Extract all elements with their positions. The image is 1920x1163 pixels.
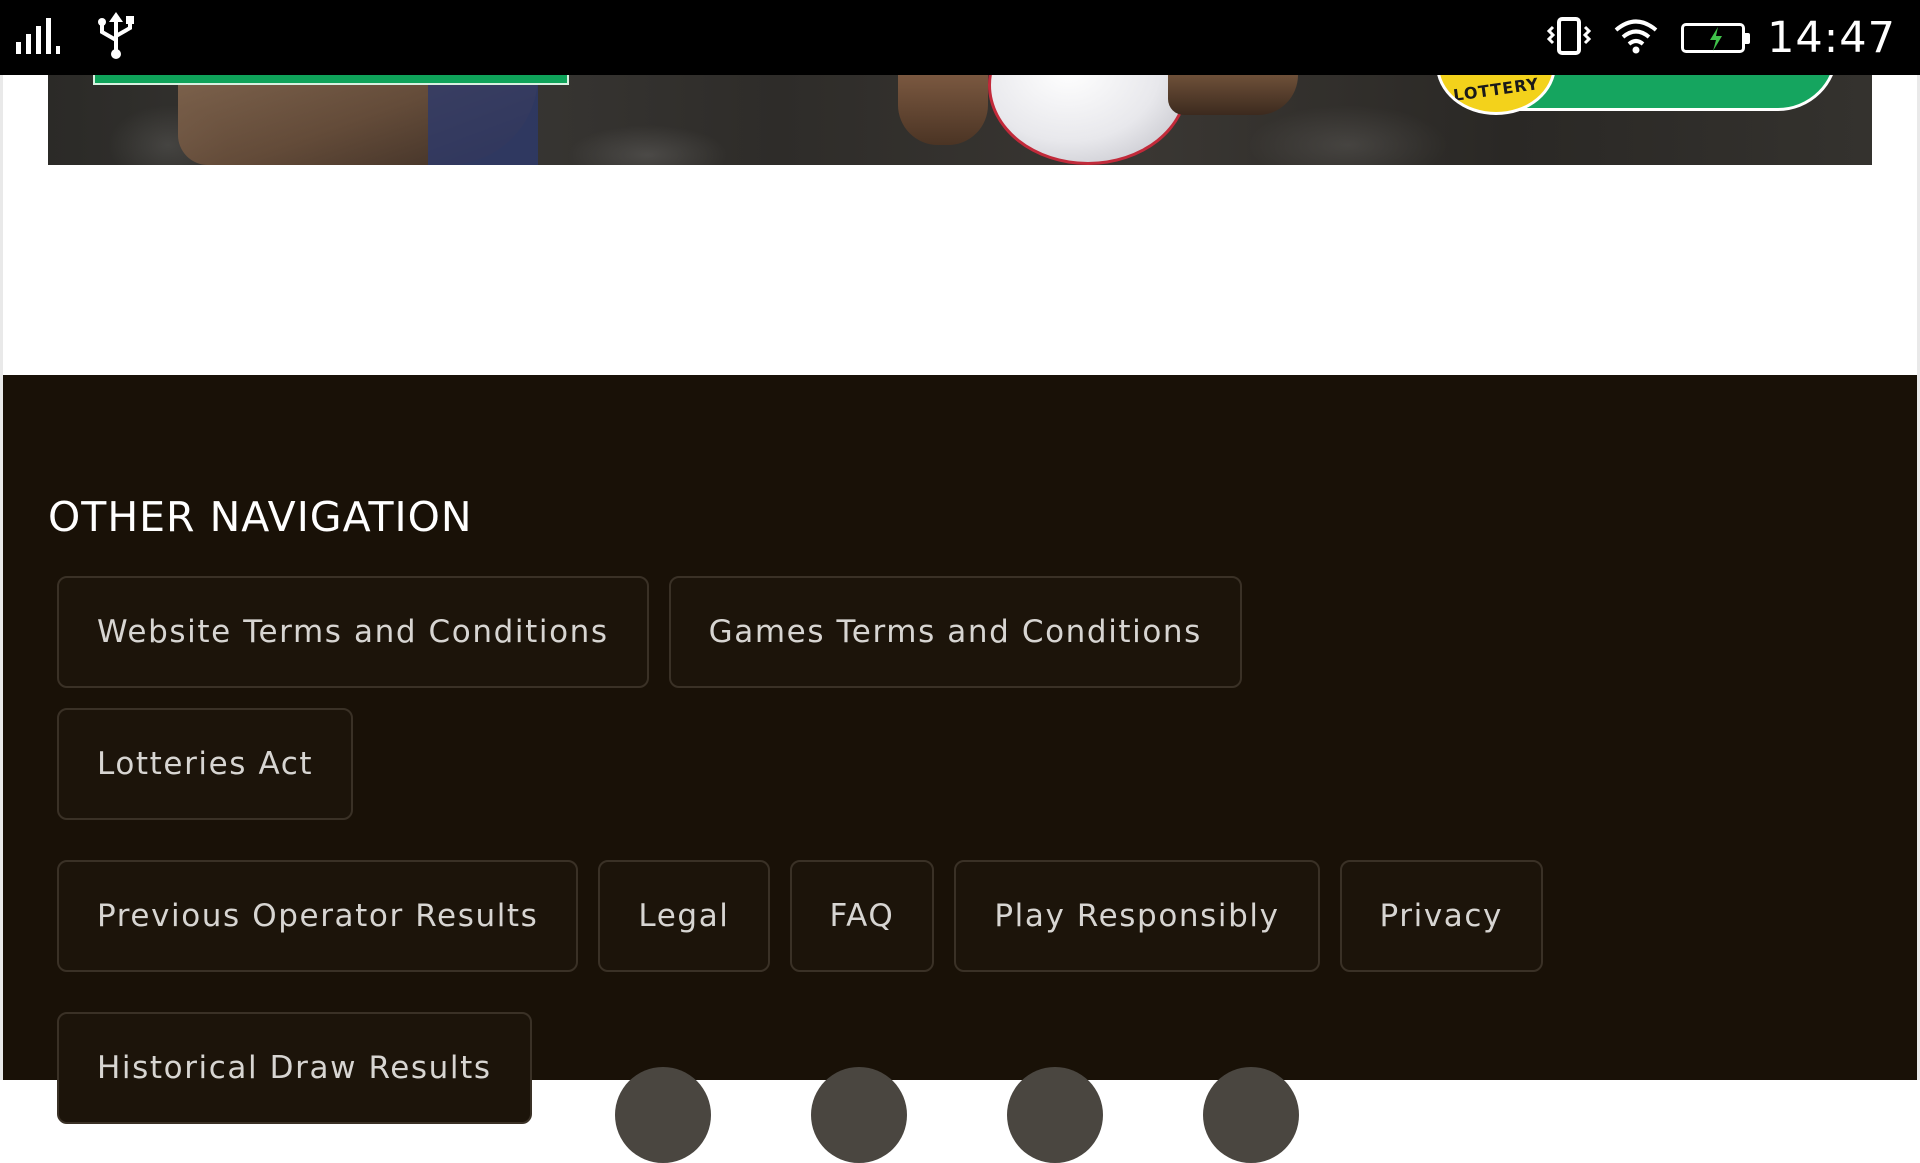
social-icon-1[interactable]: [615, 1067, 711, 1163]
nav-link-faq[interactable]: FAQ: [789, 860, 935, 972]
social-icons-row: [615, 1067, 1299, 1163]
status-time: 14:47: [1767, 13, 1896, 63]
lottery-logo-text: LOTTERY: [1452, 75, 1541, 105]
footer-heading: OTHER NAVIGATION: [48, 493, 473, 541]
nav-link-play-responsibly[interactable]: Play Responsibly: [954, 860, 1320, 972]
nav-link-previous-operator-results[interactable]: Previous Operator Results: [57, 860, 579, 972]
banner-hand: [898, 75, 988, 145]
nav-link-historical-draw-results[interactable]: Historical Draw Results: [57, 1012, 532, 1124]
promo-banner[interactable]: LOTTERY: [48, 75, 1872, 165]
social-icon-4[interactable]: [1203, 1067, 1299, 1163]
nav-link-lotteries-act[interactable]: Lotteries Act: [57, 708, 354, 820]
signal-icon: [14, 16, 64, 61]
nav-link-games-terms[interactable]: Games Terms and Conditions: [668, 576, 1242, 688]
social-icon-3[interactable]: [1007, 1067, 1103, 1163]
social-icon-2[interactable]: [811, 1067, 907, 1163]
nav-link-privacy[interactable]: Privacy: [1339, 860, 1543, 972]
rugby-ball-image: [988, 75, 1188, 165]
status-right: 14:47: [1546, 8, 1896, 68]
usb-icon: [94, 11, 138, 65]
footer: OTHER NAVIGATION Website Terms and Condi…: [3, 375, 1917, 1163]
nav-link-website-terms[interactable]: Website Terms and Conditions: [57, 576, 649, 688]
banner-hand-right: [1168, 75, 1298, 115]
wifi-icon: [1613, 17, 1659, 60]
banner-jersey: [428, 75, 538, 165]
nav-link-legal[interactable]: Legal: [598, 860, 770, 972]
battery-charging-icon: [1681, 23, 1751, 53]
other-navigation-list: Website Terms and Conditions Games Terms…: [57, 576, 1557, 1124]
vibrate-icon: [1546, 15, 1592, 62]
status-bar: 14:47: [0, 0, 1920, 75]
status-left: [14, 11, 138, 65]
banner-cta-button[interactable]: [93, 75, 569, 85]
